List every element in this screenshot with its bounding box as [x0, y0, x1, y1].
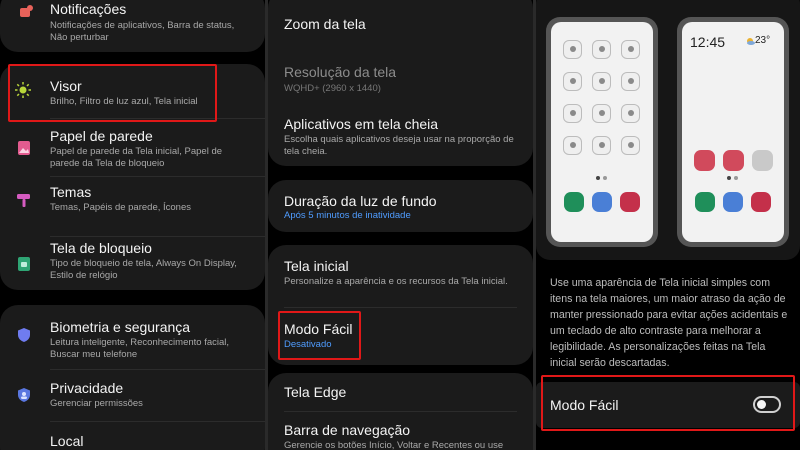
- app-icon: [621, 104, 640, 123]
- app-icon: [563, 136, 582, 155]
- settings-item-lockscreen[interactable]: Tela de bloqueio Tipo de bloqueio de tel…: [0, 238, 265, 290]
- edge-nav-card: Tela Edge Barra de navegação Gerencie os…: [268, 373, 533, 450]
- app-icon: [563, 72, 582, 91]
- app-icon: [723, 150, 744, 171]
- phone-screen: [551, 22, 653, 242]
- app-icon: [621, 72, 640, 91]
- settings-item-notifications[interactable]: Notificações Notificações de aplicativos…: [0, 0, 265, 52]
- privacy-subtitle: Gerenciar permissões: [50, 398, 143, 409]
- resolution-subtitle: WQHD+ (2960 x 1440): [284, 83, 381, 94]
- lockscreen-subtitle: Tipo de bloqueio de tela, Always On Disp…: [50, 258, 237, 281]
- messages-app-icon: [723, 192, 743, 212]
- easy-mode-description: Use uma aparência de Tela inicial simple…: [550, 277, 788, 369]
- temperature-widget: 23°: [755, 35, 771, 46]
- settings-main-panel: Notificações Notificações de aplicativos…: [0, 0, 265, 450]
- notifications-title: Notificações: [50, 1, 127, 17]
- settings-item-biometrics[interactable]: Biometria e segurança Leitura inteligent…: [0, 305, 265, 363]
- security-group-card: Biometria e segurança Leitura inteligent…: [0, 305, 265, 450]
- app-icon: [621, 136, 640, 155]
- phone-app-icon: [695, 192, 715, 212]
- phone-screen: 12:45 23°: [682, 22, 784, 242]
- wallpaper-subtitle: Papel de parede da Tela inicial, Papel d…: [50, 146, 223, 169]
- edge-title: Tela Edge: [284, 384, 347, 400]
- divider: [50, 176, 265, 177]
- phone-app-icon: [564, 192, 584, 212]
- app-icon: [592, 72, 611, 91]
- easy-mode-panel: 12:45 23° Use uma aparência de Tela inic…: [536, 0, 800, 450]
- timeout-title: Duração da luz de fundo: [284, 193, 437, 209]
- app-icon: [592, 104, 611, 123]
- biometrics-title: Biometria e segurança: [50, 319, 191, 335]
- divider: [284, 411, 517, 412]
- messages-app-icon: [592, 192, 612, 212]
- easy-mode-home-preview: 12:45 23°: [677, 17, 789, 247]
- timeout-card: Duração da luz de fundo Após 5 minutos d…: [268, 180, 533, 232]
- settings-item-screen-timeout[interactable]: Duração da luz de fundo Após 5 minutos d…: [268, 180, 533, 232]
- notifications-subtitle: Notificações de aplicativos, Barra de st…: [50, 20, 235, 43]
- camera-app-icon: [751, 192, 771, 212]
- app-icon: [621, 40, 640, 59]
- app-icon: [694, 150, 715, 171]
- app-icon: [563, 104, 582, 123]
- clock-widget: 12:45: [690, 34, 726, 50]
- shield-icon: [18, 328, 30, 342]
- display-settings-panel: Zoom da tela Resolução da tela WQHD+ (29…: [268, 0, 533, 450]
- highlight-box-easy-mode-toggle: [541, 375, 795, 431]
- location-title: Local: [50, 433, 84, 449]
- divider: [50, 369, 265, 370]
- app-icon: [592, 136, 611, 155]
- settings-item-themes[interactable]: Temas Temas, Papéis de parede, Ícones: [0, 178, 265, 222]
- settings-item-home-screen[interactable]: Tela inicial Personalize a aparência e o…: [268, 245, 533, 305]
- highlight-box-easy-mode: [278, 311, 361, 360]
- privacy-title: Privacidade: [50, 380, 124, 396]
- fullscreen-title: Aplicativos em tela cheia: [284, 116, 439, 132]
- camera-app-icon: [620, 192, 640, 212]
- wallpaper-icon: [18, 141, 30, 155]
- page-indicator: [603, 176, 607, 180]
- app-icon: [592, 40, 611, 59]
- divider: [284, 307, 517, 308]
- lockscreen-title: Tela de bloqueio: [50, 240, 152, 256]
- highlight-box-display: [8, 64, 217, 122]
- page-indicator: [734, 176, 738, 180]
- notifications-card: Notificações Notificações de aplicativos…: [0, 0, 265, 52]
- page-indicator: [727, 176, 731, 180]
- navbar-title: Barra de navegação: [284, 422, 411, 438]
- timeout-value: Após 5 minutos de inatividade: [284, 210, 411, 221]
- paint-brush-icon: [17, 194, 30, 207]
- settings-item-privacy[interactable]: Privacidade Gerenciar permissões: [0, 371, 265, 415]
- notification-bell-icon: [20, 5, 33, 17]
- homescreen-title: Tela inicial: [284, 258, 349, 274]
- page-indicator: [596, 176, 600, 180]
- themes-title: Temas: [50, 184, 92, 200]
- biometrics-subtitle: Leitura inteligente, Reconhecimento faci…: [50, 337, 230, 360]
- settings-item-edge-screen[interactable]: Tela Edge: [268, 373, 533, 409]
- weather-sun-icon: [747, 38, 755, 45]
- navbar-subtitle: Gerencie os botões Início, Voltar e Rece…: [284, 440, 504, 450]
- settings-item-fullscreen-apps[interactable]: Aplicativos em tela cheia Escolha quais …: [268, 104, 533, 164]
- settings-item-wallpaper[interactable]: Papel de parede Papel de parede da Tela …: [0, 120, 265, 176]
- standard-home-preview: [546, 17, 658, 247]
- fullscreen-subtitle: Escolha quais aplicativos deseja usar na…: [284, 134, 514, 157]
- divider: [50, 236, 265, 237]
- wallpaper-title: Papel de parede: [50, 128, 153, 144]
- app-icon: [563, 40, 582, 59]
- divider: [50, 421, 265, 422]
- themes-subtitle: Temas, Papéis de parede, Ícones: [50, 202, 192, 213]
- homescreen-subtitle: Personalize a aparência e os recursos da…: [284, 276, 508, 287]
- lock-icon: [18, 257, 30, 271]
- zoom-title: Zoom da tela: [284, 16, 366, 32]
- app-icon: [752, 150, 773, 171]
- settings-item-navigation-bar[interactable]: Barra de navegação Gerencie os botões In…: [268, 413, 533, 450]
- resolution-title: Resolução da tela: [284, 64, 397, 80]
- settings-item-zoom[interactable]: Zoom da tela: [268, 0, 533, 44]
- preview-card: 12:45 23°: [536, 0, 800, 260]
- settings-item-resolution[interactable]: Resolução da tela WQHD+ (2960 x 1440): [268, 52, 533, 96]
- privacy-shield-icon: [18, 388, 30, 402]
- screen-settings-card: Zoom da tela Resolução da tela WQHD+ (29…: [268, 0, 533, 166]
- settings-item-location[interactable]: Local: [0, 423, 265, 450]
